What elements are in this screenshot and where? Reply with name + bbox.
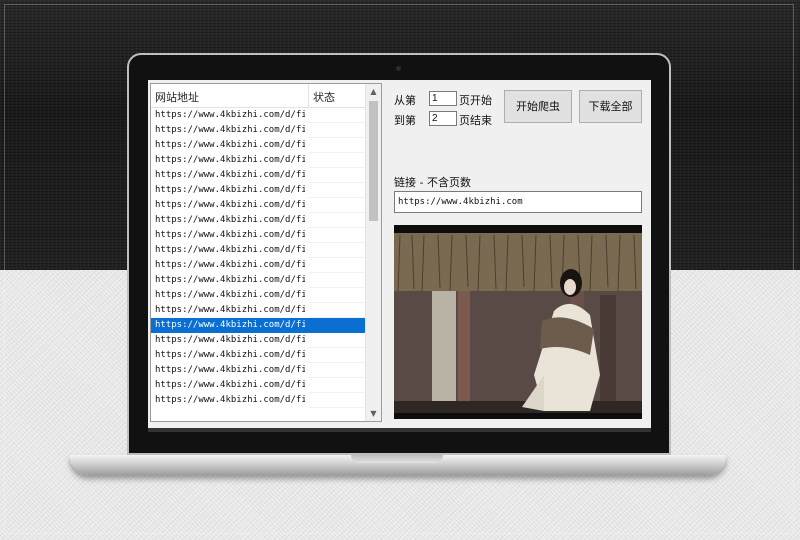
- up-arrow-icon[interactable]: ▲: [366, 84, 381, 99]
- list-item[interactable]: https://www.4kbizhi.com/d/file/2...: [151, 228, 367, 243]
- screen-edge: [148, 428, 651, 432]
- list-item-url: https://www.4kbizhi.com/d/file/2...: [155, 380, 305, 390]
- from-page-label: 从第: [394, 94, 416, 107]
- laptop-notch: [351, 455, 443, 463]
- list-item-url: https://www.4kbizhi.com/d/file/2...: [155, 110, 305, 120]
- list-item-url: https://www.4kbizhi.com/d/file/2...: [155, 320, 305, 330]
- to-page-suffix: 页结束: [459, 114, 492, 127]
- column-header-url[interactable]: 网站地址: [155, 89, 305, 105]
- list-item[interactable]: https://www.4kbizhi.com/d/file/2...: [151, 393, 367, 408]
- list-item-url: https://www.4kbizhi.com/d/file/2...: [155, 200, 305, 210]
- list-header: 网站地址 状态: [151, 84, 367, 108]
- down-arrow-icon[interactable]: ▼: [366, 406, 381, 421]
- list-item[interactable]: https://www.4kbizhi.com/d/file/2...: [151, 153, 367, 168]
- preview-image: [394, 225, 642, 419]
- from-page-input[interactable]: 1: [429, 91, 457, 106]
- list-item-status: [309, 243, 365, 258]
- list-item[interactable]: https://www.4kbizhi.com/d/file/2...: [151, 363, 367, 378]
- list-item-status: [309, 273, 365, 288]
- list-item-status: [309, 378, 365, 393]
- link-input[interactable]: https://www.4kbizhi.com: [394, 191, 642, 213]
- list-item-status: [309, 168, 365, 183]
- camera-icon: [396, 66, 401, 71]
- list-item-status: [309, 348, 365, 363]
- list-rows: https://www.4kbizhi.com/d/file/2... https…: [151, 108, 367, 408]
- list-item[interactable]: https://www.4kbizhi.com/d/file/2...: [151, 348, 367, 363]
- list-item-status: [309, 288, 365, 303]
- list-item-url: https://www.4kbizhi.com/d/file/2...: [155, 350, 305, 360]
- list-item-status: [309, 108, 365, 123]
- list-item-status: [309, 183, 365, 198]
- list-item-url: https://www.4kbizhi.com/d/file/2...: [155, 275, 305, 285]
- list-item-status: [309, 198, 365, 213]
- url-list[interactable]: 网站地址 状态 https://www.4kbizhi.com/d/file/2…: [150, 83, 382, 422]
- list-item-url: https://www.4kbizhi.com/d/file/2...: [155, 230, 305, 240]
- list-item-url: https://www.4kbizhi.com/d/file/2...: [155, 260, 305, 270]
- to-page-input[interactable]: 2: [429, 111, 457, 126]
- list-item-url: https://www.4kbizhi.com/d/file/2...: [155, 140, 305, 150]
- list-item[interactable]: https://www.4kbizhi.com/d/file/2...: [151, 303, 367, 318]
- list-item[interactable]: https://www.4kbizhi.com/d/file/2...: [151, 168, 367, 183]
- column-header-status[interactable]: 状态: [313, 89, 363, 105]
- list-item-status: [309, 303, 365, 318]
- to-page-label: 到第: [394, 114, 416, 127]
- scroll-thumb[interactable]: [369, 101, 378, 221]
- list-item[interactable]: https://www.4kbizhi.com/d/file/2...: [151, 288, 367, 303]
- list-item[interactable]: https://www.4kbizhi.com/d/file/2...: [151, 213, 367, 228]
- list-item[interactable]: https://www.4kbizhi.com/d/file/2...: [151, 333, 367, 348]
- start-crawl-button[interactable]: 开始爬虫: [504, 90, 572, 123]
- list-item-status: [309, 138, 365, 153]
- list-item[interactable]: https://www.4kbizhi.com/d/file/2...: [151, 183, 367, 198]
- list-item[interactable]: https://www.4kbizhi.com/d/file/2...: [151, 108, 367, 123]
- list-item-url: https://www.4kbizhi.com/d/file/2...: [155, 365, 305, 375]
- list-item-url: https://www.4kbizhi.com/d/file/2...: [155, 215, 305, 225]
- list-item[interactable]: https://www.4kbizhi.com/d/file/2...: [151, 273, 367, 288]
- list-item-url: https://www.4kbizhi.com/d/file/2...: [155, 170, 305, 180]
- preview-photo: [394, 225, 642, 419]
- app-window: 网站地址 状态 https://www.4kbizhi.com/d/file/2…: [148, 80, 651, 429]
- list-item[interactable]: https://www.4kbizhi.com/d/file/2...: [151, 378, 367, 393]
- list-item-url: https://www.4kbizhi.com/d/file/2...: [155, 125, 305, 135]
- list-item[interactable]: https://www.4kbizhi.com/d/file/2...: [151, 243, 367, 258]
- list-item-url: https://www.4kbizhi.com/d/file/2...: [155, 245, 305, 255]
- list-item-status: [309, 228, 365, 243]
- list-item-status: [309, 393, 365, 408]
- download-all-button[interactable]: 下载全部: [579, 90, 642, 123]
- list-item-url: https://www.4kbizhi.com/d/file/2...: [155, 290, 305, 300]
- column-divider[interactable]: [308, 84, 309, 107]
- list-item-status: [309, 123, 365, 138]
- list-item-status: [309, 363, 365, 378]
- list-item[interactable]: https://www.4kbizhi.com/d/file/2...: [151, 198, 367, 213]
- list-item-url: https://www.4kbizhi.com/d/file/2...: [155, 185, 305, 195]
- list-item-status: [309, 258, 365, 273]
- link-label: 链接 - 不含页数: [394, 176, 471, 189]
- list-scrollbar[interactable]: ▲ ▼: [365, 84, 381, 421]
- list-item-url: https://www.4kbizhi.com/d/file/2...: [155, 395, 305, 405]
- list-item[interactable]: https://www.4kbizhi.com/d/file/2...: [151, 318, 367, 333]
- list-item-url: https://www.4kbizhi.com/d/file/2...: [155, 335, 305, 345]
- from-page-suffix: 页开始: [459, 94, 492, 107]
- list-item-status: [309, 213, 365, 228]
- list-item[interactable]: https://www.4kbizhi.com/d/file/2...: [151, 138, 367, 153]
- preview-letterbox-bottom: [394, 413, 642, 419]
- list-item-status: [309, 153, 365, 168]
- list-item[interactable]: https://www.4kbizhi.com/d/file/2...: [151, 123, 367, 138]
- list-item-url: https://www.4kbizhi.com/d/file/2...: [155, 305, 305, 315]
- list-item[interactable]: https://www.4kbizhi.com/d/file/2...: [151, 258, 367, 273]
- list-item-status: [309, 333, 365, 348]
- list-item-url: https://www.4kbizhi.com/d/file/2...: [155, 155, 305, 165]
- preview-letterbox-top: [394, 225, 642, 233]
- list-item-status: [309, 318, 365, 333]
